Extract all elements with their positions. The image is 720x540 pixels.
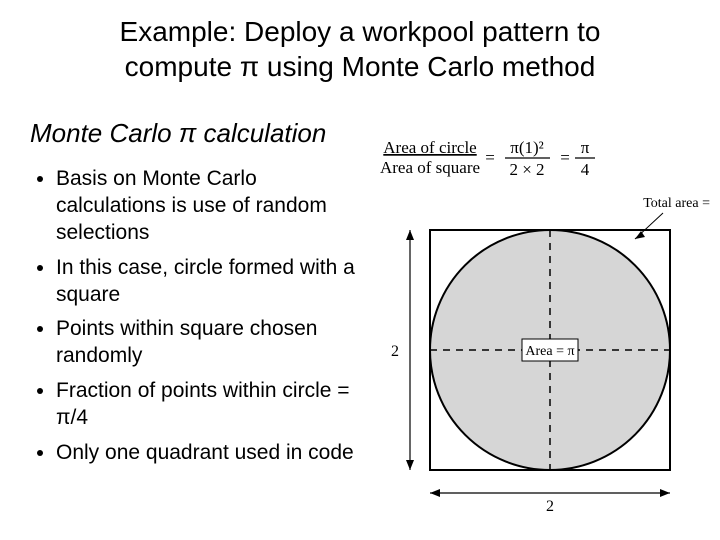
vertical-dimension: 2 <box>391 230 414 470</box>
bullet-item: Only one quadrant used in code <box>56 440 360 467</box>
formula-left-bottom: Area of square <box>380 158 480 177</box>
formula-right-bottom: 4 <box>581 160 590 179</box>
bullet-item: Points within square chosen randomly <box>56 316 360 370</box>
arrowhead-icon <box>430 489 440 497</box>
formula-mid-bottom: 2 × 2 <box>509 160 544 179</box>
total-area-label: Total area = <box>643 196 710 211</box>
formula-eq2: = <box>560 148 570 167</box>
vertical-dim-label: 2 <box>391 343 399 360</box>
bullet-item: In this case, circle formed with a squar… <box>56 255 360 309</box>
formula-right-top: π <box>581 138 590 157</box>
geometry: Area = π <box>430 230 670 470</box>
arrowhead-icon <box>406 460 414 470</box>
formula: Area of circle Area of square = π(1)² 2 … <box>380 138 595 179</box>
formula-left-top: Area of circle <box>383 138 476 157</box>
subtitle: Monte Carlo π calculation <box>30 118 326 149</box>
title-line-2: compute π using Monte Carlo method <box>125 51 596 82</box>
bullet-item: Basis on Monte Carlo calculations is use… <box>56 166 360 247</box>
slide-title: Example: Deploy a workpool pattern to co… <box>60 14 660 84</box>
horizontal-dim-label: 2 <box>546 498 554 515</box>
diagram: Area of circle Area of square = π(1)² 2 … <box>375 135 715 515</box>
arrowhead-icon <box>635 231 645 239</box>
arrowhead-icon <box>660 489 670 497</box>
bullet-list: Basis on Monte Carlo calculations is use… <box>30 166 360 475</box>
formula-eq1: = <box>485 148 495 167</box>
arrowhead-icon <box>406 230 414 240</box>
slide: Example: Deploy a workpool pattern to co… <box>0 0 720 540</box>
horizontal-dimension: 2 <box>430 489 670 515</box>
formula-mid-top: π(1)² <box>510 138 544 157</box>
center-label: Area = π <box>525 344 574 359</box>
title-line-1: Example: Deploy a workpool pattern to <box>120 16 601 47</box>
bullet-item: Fraction of points within circle = π/4 <box>56 378 360 432</box>
